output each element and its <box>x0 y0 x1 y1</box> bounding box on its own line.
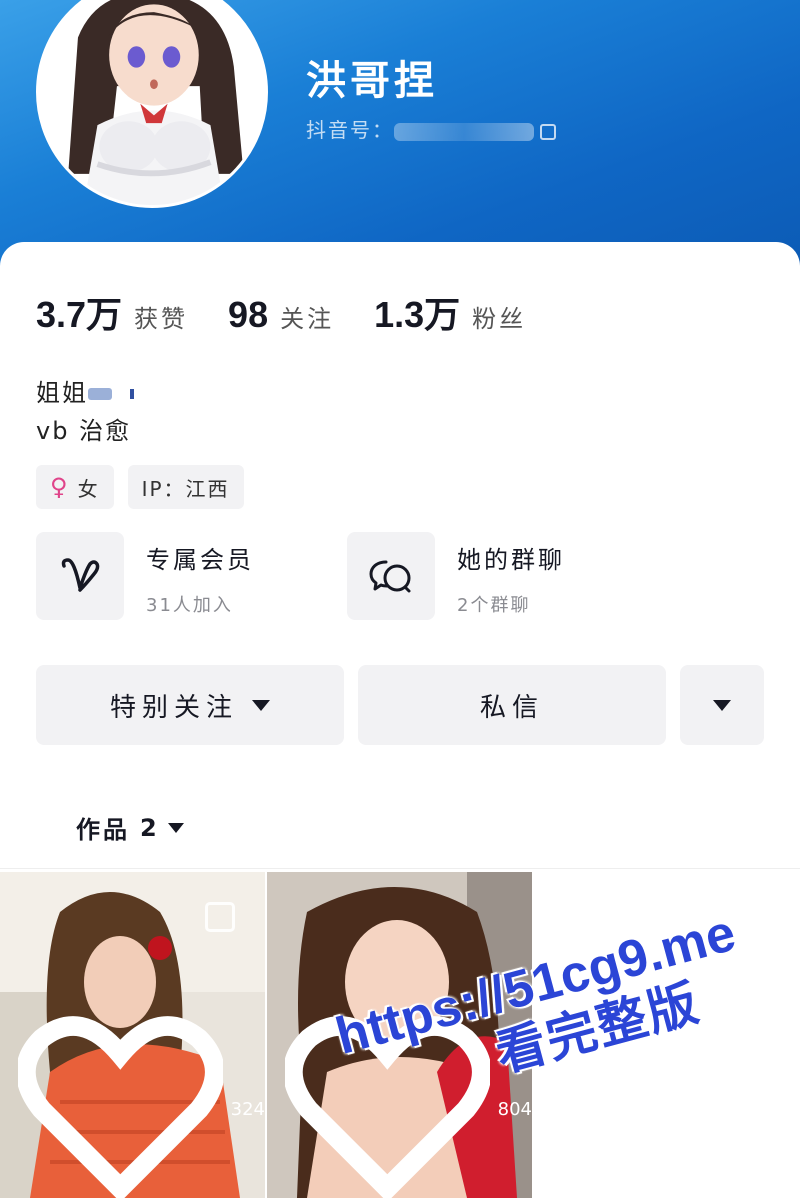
work-like-count-value: 324 <box>230 1099 265 1121</box>
stat-following-label: 关注 <box>280 305 335 333</box>
chat-bubbles-icon <box>347 532 435 620</box>
female-icon: ♀ <box>50 473 70 501</box>
special-follow-label: 特别关注 <box>109 692 238 723</box>
stat-followers-label: 粉丝 <box>472 305 527 333</box>
stat-followers-value: 1.3万 <box>374 294 461 335</box>
bio-line-2: vb 治愈 <box>36 417 132 445</box>
group-chat-title: 她的群聊 <box>457 546 565 574</box>
account-id[interactable]: 抖音号： <box>306 114 556 143</box>
more-options-button[interactable] <box>680 665 764 745</box>
divider <box>0 868 800 869</box>
bio-dot <box>130 389 134 399</box>
gender-tag-label: 女 <box>77 476 100 501</box>
stat-following-value: 98 <box>228 294 269 335</box>
heart-v-icon <box>36 532 124 620</box>
bio-line-1: 姐姐 <box>36 374 134 412</box>
stat-likes-value: 3.7万 <box>36 294 123 335</box>
bio-smudge <box>88 388 112 400</box>
work-like-count-value: 804 <box>497 1099 532 1121</box>
stat-following[interactable]: 98 关注 <box>228 294 334 336</box>
profile-stats: 3.7万 获赞 98 关注 1.3万 粉丝 <box>36 286 566 338</box>
gender-tag: ♀ 女 <box>36 465 114 509</box>
multi-image-icon <box>205 902 235 932</box>
message-label: 私信 <box>479 692 544 723</box>
caret-down-icon <box>252 699 270 711</box>
profile-bio: 姐姐 vb 治愈 <box>36 374 134 450</box>
bio-line-1-text: 姐姐 <box>36 379 88 407</box>
works-count: 2 <box>140 813 160 842</box>
avatar-illustration <box>39 0 265 205</box>
works-tab-label: 作品 <box>76 816 130 844</box>
group-chat-entry[interactable]: 她的群聊 2个群聊 <box>347 532 565 620</box>
ip-tag-label: IP：江西 <box>141 476 230 501</box>
profile-tags: ♀ 女 IP：江西 <box>36 465 258 509</box>
work-like-count: 324 <box>18 1015 265 1198</box>
account-id-value-blurred <box>394 122 534 141</box>
caret-down-icon <box>167 822 184 833</box>
profile-nickname: 洪哥捏 <box>306 57 438 104</box>
membership-subtitle: 31人加入 <box>146 595 233 616</box>
special-follow-button[interactable]: 特别关注 <box>36 665 344 745</box>
message-button[interactable]: 私信 <box>358 665 666 745</box>
membership-entry[interactable]: 专属会员 31人加入 <box>36 532 254 620</box>
heart-outline-icon <box>18 1016 223 1198</box>
membership-title: 专属会员 <box>146 546 254 574</box>
group-chat-subtitle: 2个群聊 <box>457 595 531 616</box>
tab-works[interactable]: 作品 2 <box>76 810 184 845</box>
account-id-label: 抖音号： <box>306 118 394 142</box>
copy-icon[interactable] <box>540 123 556 140</box>
work-thumbnail[interactable]: 324 <box>0 872 265 1198</box>
ip-tag: IP：江西 <box>127 465 244 509</box>
stat-followers[interactable]: 1.3万 粉丝 <box>374 286 526 338</box>
caret-down-icon <box>713 699 731 711</box>
stat-likes[interactable]: 3.7万 获赞 <box>36 286 188 338</box>
stat-likes-label: 获赞 <box>134 305 189 333</box>
